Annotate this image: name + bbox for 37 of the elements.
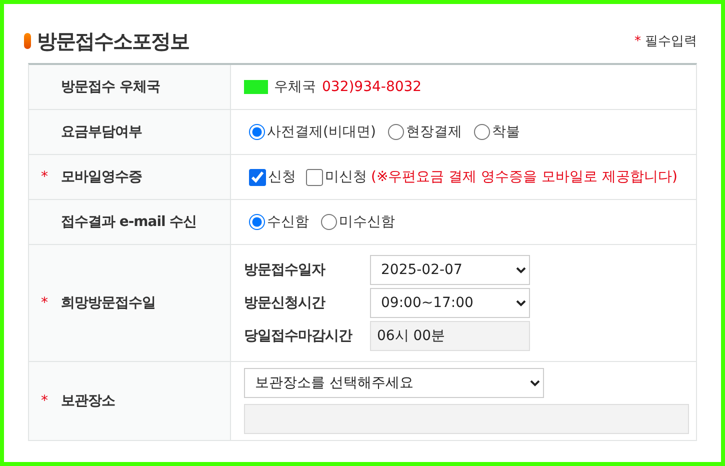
row-label: 요금부담여부 <box>61 123 142 141</box>
checkbox[interactable] <box>306 168 323 186</box>
field-label: 당일접수마감시간 <box>244 327 354 345</box>
office-name: 우체국 <box>274 78 316 96</box>
row-label: 접수결과 e-mail 수신 <box>61 213 197 231</box>
required-mark: * <box>41 393 48 409</box>
radio-button[interactable] <box>249 214 265 230</box>
required-mark: * <box>41 169 48 185</box>
required-mark: * <box>634 34 641 48</box>
checkbox-label: 신청 <box>268 168 296 186</box>
phone-number: 032)934-8032 <box>322 79 422 95</box>
field-label: 방문신청시간 <box>244 294 326 312</box>
radio-label: 수신함 <box>267 213 309 231</box>
radio-button[interactable] <box>474 124 490 140</box>
select-field[interactable]: 09:00~17:00 <box>370 288 530 318</box>
field-label: 방문접수일자 <box>244 261 326 279</box>
section-title: 방문접수소포정보 <box>37 28 189 54</box>
readonly-field: 06시 00분 <box>370 321 530 351</box>
row-label: 보관장소 <box>61 392 115 410</box>
select-field[interactable]: 2025-02-07 <box>370 255 530 285</box>
radio-button[interactable] <box>321 214 337 230</box>
radio-button[interactable] <box>388 124 404 140</box>
row-label: 방문접수 우체국 <box>61 78 160 96</box>
row-label: 희망방문접수일 <box>61 294 156 312</box>
radio-label: 착불 <box>492 123 520 141</box>
required-mark: * <box>41 295 48 311</box>
checkbox-label: 미신청 <box>325 168 367 186</box>
notice-text: (※우편요금 결제 영수증을 모바일로 제공합니다) <box>371 168 678 186</box>
title-marker-icon <box>24 33 31 49</box>
radio-label: 현장결제 <box>406 123 462 141</box>
checkbox[interactable] <box>249 168 266 186</box>
radio-label: 미수신함 <box>339 213 395 231</box>
required-note: 필수입력 <box>645 33 697 50</box>
row-label: 모바일영수증 <box>61 168 142 186</box>
radio-button[interactable] <box>249 124 265 140</box>
radio-label: 사전결제(비대면) <box>267 123 376 141</box>
storage-select[interactable]: 보관장소를 선택해주세요 <box>244 368 544 398</box>
